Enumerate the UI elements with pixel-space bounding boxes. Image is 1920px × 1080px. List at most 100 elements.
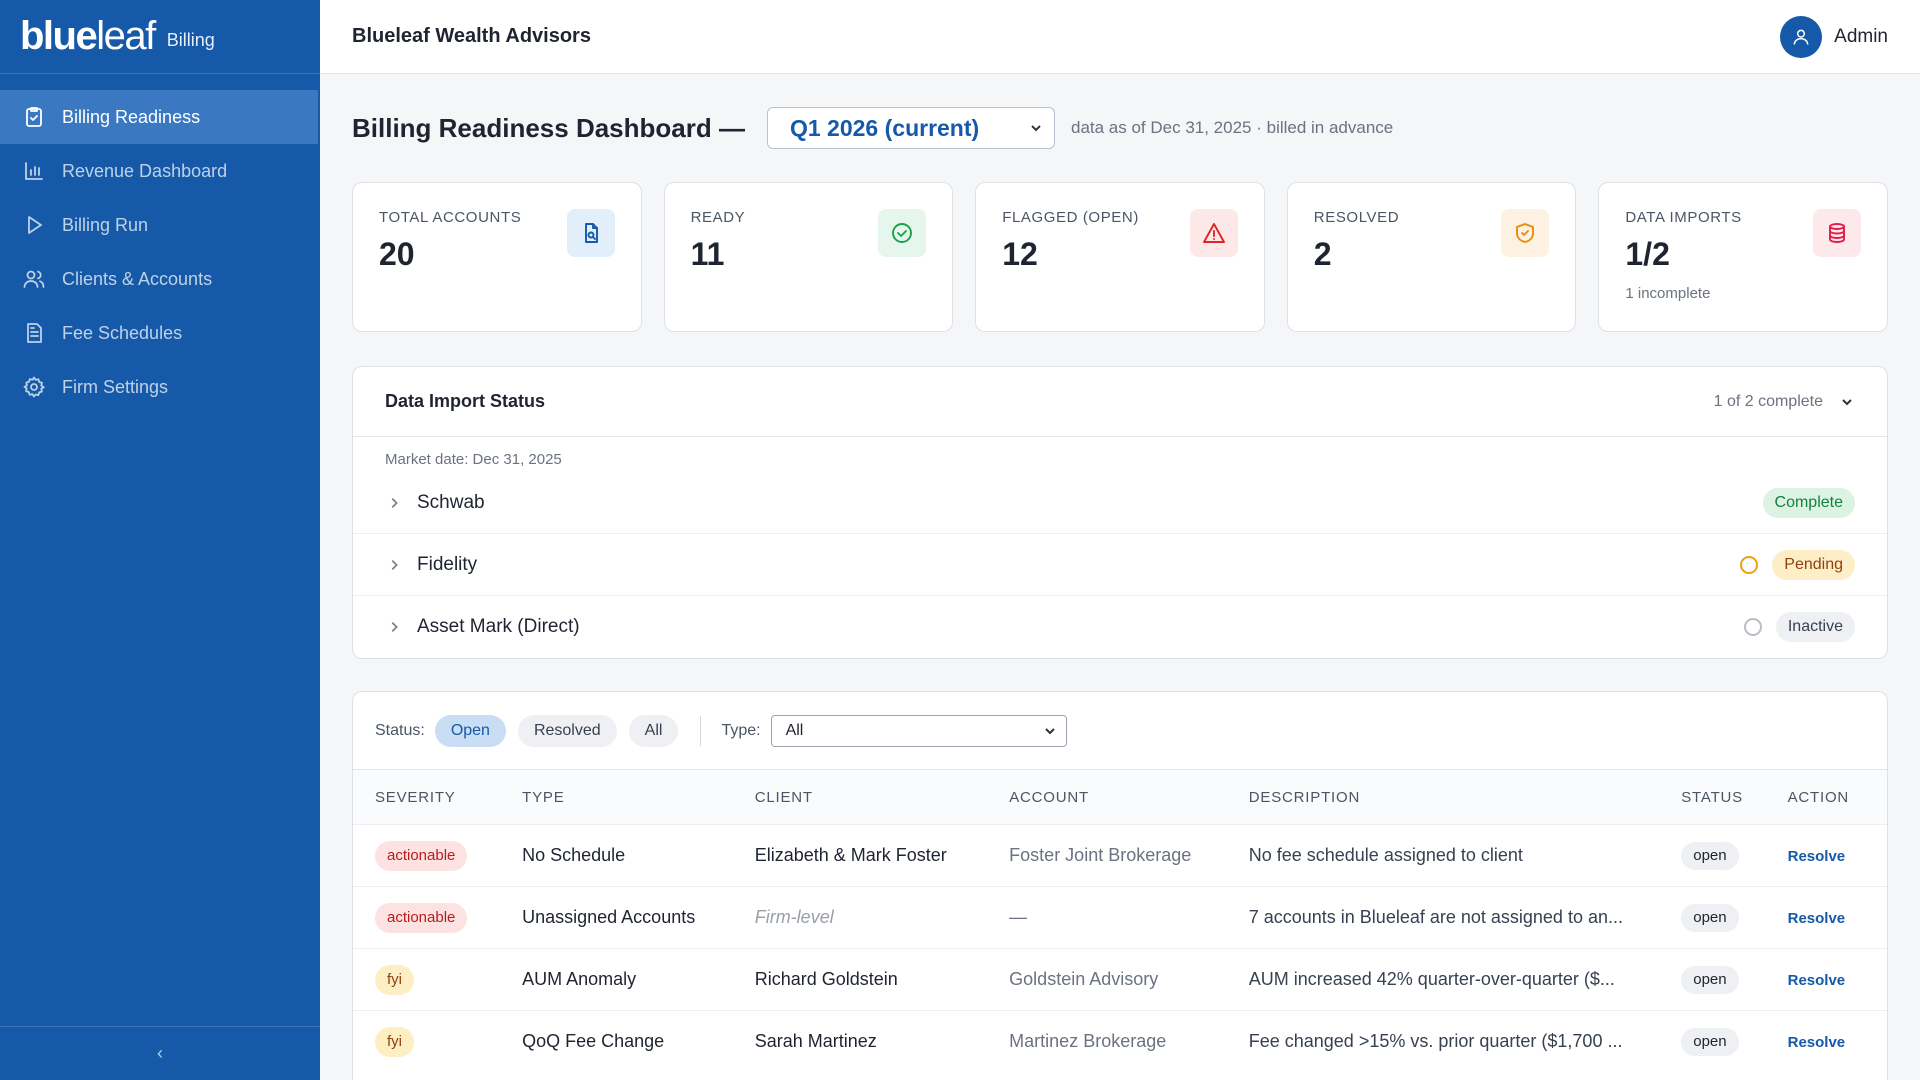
chevron-down-icon[interactable] <box>1839 394 1855 410</box>
column-header[interactable]: SEVERITY <box>375 789 522 806</box>
table-header: SEVERITY TYPE CLIENT ACCOUNT DESCRIPTION… <box>353 770 1887 824</box>
page-title: Billing Readiness Dashboard — <box>352 112 745 143</box>
database-icon <box>1812 209 1861 257</box>
resolve-button[interactable]: Resolve <box>1788 848 1846 865</box>
import-row-asset-mark[interactable]: Asset Mark (Direct) Inactive <box>353 596 1887 658</box>
product-name: Billing <box>166 30 215 50</box>
account-name: — <box>1009 907 1028 927</box>
quarter-select[interactable]: Q1 2026 (current) <box>766 107 1055 149</box>
resolve-button[interactable]: Resolve <box>1788 1034 1846 1051</box>
collapse-sidebar-button[interactable]: ‹ <box>0 1026 320 1080</box>
issue-description: Fee changed >15% vs. prior quarter ($1,7… <box>1248 1031 1623 1051</box>
sidebar-item-billing-readiness[interactable]: Billing Readiness <box>0 90 318 144</box>
user-icon <box>1793 29 1809 45</box>
account-name: Goldstein Advisory <box>1009 969 1159 989</box>
resolve-button[interactable]: Resolve <box>1788 972 1846 989</box>
column-header[interactable]: CLIENT <box>755 789 1009 806</box>
column-header[interactable]: ACCOUNT <box>1009 789 1249 806</box>
status-cell: open <box>1681 903 1787 932</box>
severity-badge: actionable <box>375 840 468 871</box>
divider <box>700 715 702 746</box>
table-body: actionable No Schedule Elizabeth & Mark Fo… <box>353 824 1887 1072</box>
sidebar-item-revenue-dashboard[interactable]: Revenue Dashboard <box>0 144 320 198</box>
warning-triangle-icon <box>1189 209 1238 257</box>
filter-chip-resolved[interactable]: Resolved <box>517 714 617 747</box>
sidebar-item-clients-accounts[interactable]: Clients & Accounts <box>0 252 320 306</box>
type-filter-select[interactable]: All <box>770 714 1067 747</box>
status-cell: open <box>1681 841 1787 870</box>
status-badge: open <box>1681 841 1739 870</box>
client-name: Firm-level <box>754 907 834 927</box>
document-search-icon <box>566 209 615 257</box>
sidebar-item-label: Billing Readiness <box>62 106 201 127</box>
main-content: Billing Readiness Dashboard — Q1 2026 (c… <box>352 74 1888 1080</box>
top-bar: Blueleaf Wealth Advisors Admin <box>320 0 1920 74</box>
clipboard-check-icon <box>22 105 46 129</box>
data-import-header[interactable]: Data Import Status 1 of 2 complete <box>353 367 1887 437</box>
stat-card-data-imports: DATA IMPORTS 1/2 1 incomplete <box>1598 182 1888 332</box>
column-header[interactable]: DESCRIPTION <box>1249 789 1681 806</box>
sidebar-item-label: Clients & Accounts <box>62 268 213 289</box>
sidebar-item-label: Billing Run <box>62 214 149 235</box>
issue-type: No Schedule <box>522 845 626 865</box>
brand-logo[interactable]: blueleaf <box>20 14 156 59</box>
column-header[interactable]: TYPE <box>522 789 755 806</box>
severity-badge: fyi <box>375 1026 414 1057</box>
import-summary-text: 1 of 2 complete <box>1713 392 1823 410</box>
sidebar-nav: Billing Readiness Revenue Dashboard Bill… <box>0 90 320 414</box>
severity-badge: fyi <box>375 964 414 995</box>
avatar[interactable] <box>1780 15 1823 58</box>
account-name: Foster Joint Brokerage <box>1009 845 1192 865</box>
stat-card-total-accounts: TOTAL ACCOUNTS 20 <box>352 182 642 332</box>
filter-chip-open[interactable]: Open <box>434 714 506 747</box>
firm-name: Blueleaf Wealth Advisors <box>352 25 591 47</box>
issue-description: 7 accounts in Blueleaf are not assigned … <box>1248 907 1623 927</box>
issues-table-card: Status: Open Resolved All Type: All SEVE… <box>352 691 1888 1080</box>
action-cell: Resolve <box>1788 969 1887 990</box>
sidebar-item-fee-schedules[interactable]: Fee Schedules <box>0 306 320 360</box>
severity-badge: actionable <box>375 902 468 933</box>
action-cell: Resolve <box>1788 1031 1887 1052</box>
sidebar-item-firm-settings[interactable]: Firm Settings <box>0 360 320 414</box>
resolve-button[interactable]: Resolve <box>1788 910 1846 927</box>
severity-cell: fyi <box>375 964 522 995</box>
issue-description: AUM increased 42% quarter-over-quarter (… <box>1248 969 1615 989</box>
severity-cell: actionable <box>375 840 522 871</box>
column-header[interactable]: ACTION <box>1788 789 1887 806</box>
stat-card-resolved: RESOLVED 2 <box>1286 182 1577 332</box>
chevron-down-icon <box>1044 727 1055 734</box>
issue-type: AUM Anomaly <box>522 969 637 989</box>
chevron-left-icon: ‹ <box>157 1043 163 1063</box>
table-row: actionable No Schedule Elizabeth & Mark Fo… <box>353 824 1887 886</box>
chevron-right-icon <box>391 559 398 570</box>
sidebar-item-label: Revenue Dashboard <box>62 160 228 181</box>
import-summary: 1 of 2 complete <box>1714 393 1855 411</box>
chevron-right-icon <box>391 622 398 632</box>
status-badge: Complete <box>1762 487 1855 518</box>
sidebar-item-billing-run[interactable]: Billing Run <box>0 198 320 252</box>
import-list: Schwab Complete Fidelity Pending Asset M… <box>353 472 1887 658</box>
table-row: fyi QoQ Fee Change Sarah Martinez Martinez … <box>353 1010 1887 1072</box>
user-menu[interactable]: Admin <box>1780 15 1888 58</box>
gear-icon <box>22 375 46 399</box>
brand: blueleaf Billing <box>0 0 320 74</box>
issue-type: QoQ Fee Change <box>522 1031 665 1051</box>
data-import-panel: Data Import Status 1 of 2 complete Marke… <box>352 366 1888 659</box>
quarter-select-value: Q1 2026 (current) <box>789 114 980 141</box>
custodian-name: Asset Mark (Direct) <box>417 616 580 637</box>
stat-card-ready: READY 11 <box>663 182 954 332</box>
status-badge: open <box>1681 903 1739 932</box>
type-filter-label: Type: <box>721 721 761 739</box>
import-row-schwab[interactable]: Schwab Complete <box>353 472 1887 534</box>
import-row-fidelity[interactable]: Fidelity Pending <box>353 534 1887 596</box>
account-name: Martinez Brokerage <box>1009 1031 1167 1051</box>
check-circle-icon <box>878 209 927 257</box>
filter-chip-all[interactable]: All <box>628 714 679 747</box>
status-filter-label: Status: <box>375 721 425 739</box>
column-header[interactable]: STATUS <box>1681 789 1787 806</box>
severity-cell: actionable <box>375 902 522 933</box>
market-date: Market date: Dec 31, 2025 <box>385 451 562 468</box>
custodian-name: Schwab <box>417 491 485 513</box>
sidebar-item-label: Fee Schedules <box>62 322 183 343</box>
severity-cell: fyi <box>375 1026 522 1057</box>
